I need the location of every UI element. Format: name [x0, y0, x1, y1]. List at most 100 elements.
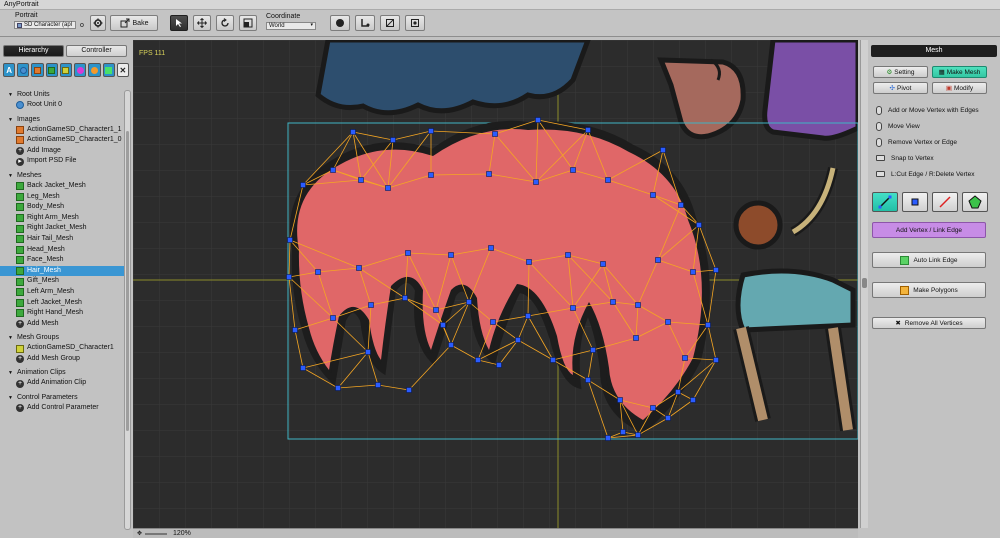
mesh-vertex[interactable] [286, 274, 292, 280]
modify-button[interactable]: ▣ Modify [932, 82, 987, 94]
section-header[interactable]: Images [4, 115, 124, 125]
add-image-button[interactable]: + Add Image [4, 146, 124, 157]
mesh-vertex[interactable] [428, 172, 434, 178]
physics-toggle-button[interactable] [405, 15, 425, 31]
tree-item-image[interactable]: ActionGameSD_Character1_1 [4, 125, 124, 136]
mesh-vertex[interactable] [525, 313, 531, 319]
settings-button[interactable] [90, 15, 106, 31]
bone-toggle-button[interactable] [355, 15, 375, 31]
tab-controller[interactable]: Controller [66, 45, 127, 57]
mesh-vertex[interactable] [713, 357, 719, 363]
mesh-vertex[interactable] [713, 267, 719, 273]
filter-none-button[interactable]: ✕ [116, 63, 129, 77]
mesh-vertex[interactable] [375, 382, 381, 388]
mesh-vertex[interactable] [550, 357, 556, 363]
make-mesh-button[interactable]: ▦ Make Mesh [932, 66, 987, 78]
add-vertex-link-edge-button[interactable]: Add Vertex / Link Edge [872, 222, 986, 238]
mesh-vertex[interactable] [368, 302, 374, 308]
mesh-toggle-button[interactable] [380, 15, 400, 31]
filter-portrait-button[interactable] [102, 63, 115, 77]
mesh-vertex[interactable] [300, 365, 306, 371]
mesh-vertex[interactable] [287, 237, 293, 243]
mesh-vertex[interactable] [600, 261, 606, 267]
tree-item-mesh[interactable]: Left Arm_Mesh [4, 287, 124, 298]
section-header[interactable]: Root Units [4, 90, 124, 100]
move-tool-button[interactable] [193, 15, 211, 31]
filter-mesh-button[interactable] [45, 63, 58, 77]
section-header[interactable]: Control Parameters [4, 393, 124, 403]
mesh-vertex[interactable] [526, 259, 532, 265]
mesh-vertex[interactable] [515, 337, 521, 343]
filter-animation-button[interactable] [74, 63, 87, 77]
mesh-vertex[interactable] [475, 357, 481, 363]
mesh-vertex[interactable] [350, 129, 356, 135]
filter-parameter-button[interactable] [88, 63, 101, 77]
tree-item-mesh[interactable]: Back Jacket_Mesh [4, 181, 124, 192]
mesh-vertex[interactable] [440, 322, 446, 328]
mesh-vertex[interactable] [590, 347, 596, 353]
mesh-vertex[interactable] [535, 117, 541, 123]
tree-item-mesh[interactable]: Left Jacket_Mesh [4, 298, 124, 309]
mesh-vertex[interactable] [533, 179, 539, 185]
mesh-vertex[interactable] [650, 192, 656, 198]
add-mesh-button[interactable]: + Add Mesh [4, 319, 124, 330]
mesh-vertex[interactable] [678, 202, 684, 208]
tree-item-mesh[interactable]: Head_Mesh [4, 245, 124, 256]
mesh-vertex[interactable] [488, 245, 494, 251]
tree-item-mesh[interactable]: Gift_Mesh [4, 276, 124, 287]
mesh-vertex[interactable] [315, 269, 321, 275]
mesh-vertex[interactable] [665, 415, 671, 421]
mesh-vertex[interactable] [705, 322, 711, 328]
setting-button[interactable]: ⚙ Setting [873, 66, 928, 78]
mesh-vertex[interactable] [490, 319, 496, 325]
remove-all-vertices-button[interactable]: ✖ Remove All Vertices [872, 317, 986, 329]
auto-link-edge-button[interactable]: Auto Link Edge [872, 252, 986, 268]
mesh-vertex[interactable] [428, 128, 434, 134]
mesh-vertex[interactable] [605, 177, 611, 183]
mesh-vertex[interactable] [617, 397, 623, 403]
mesh-vertex[interactable] [585, 377, 591, 383]
tree-item-mesh-group[interactable]: ActionGameSD_Character1 [4, 343, 124, 354]
mesh-vertex[interactable] [690, 269, 696, 275]
viewport-vertical-scrollbar[interactable] [860, 40, 868, 528]
mesh-vertex[interactable] [660, 147, 666, 153]
mesh-vertex[interactable] [675, 389, 681, 395]
mesh-vertex[interactable] [356, 265, 362, 271]
mesh-vertex[interactable] [605, 435, 611, 441]
coordinate-dropdown[interactable]: World ▾ [266, 22, 316, 30]
mesh-vertex[interactable] [335, 385, 341, 391]
mesh-vertex[interactable] [682, 355, 688, 361]
mesh-vertex[interactable] [466, 299, 472, 305]
filter-all-button[interactable]: A [3, 63, 16, 77]
mesh-vertex[interactable] [570, 167, 576, 173]
polygon-tool[interactable] [962, 192, 988, 212]
mesh-vertex[interactable] [330, 167, 336, 173]
mesh-vertex[interactable] [650, 405, 656, 411]
tree-item-mesh[interactable]: Right Hand_Mesh [4, 308, 124, 319]
mesh-vertex[interactable] [486, 171, 492, 177]
section-header[interactable]: Meshes [4, 171, 124, 181]
mesh-vertex[interactable] [433, 307, 439, 313]
zoom-slider[interactable] [145, 533, 167, 535]
add-control-parameter-button[interactable]: + Add Control Parameter [4, 403, 124, 414]
mesh-vertex[interactable] [448, 252, 454, 258]
tree-item-root-unit[interactable]: Root Unit 0 [4, 100, 124, 111]
tree-item-mesh[interactable]: Body_Mesh [4, 202, 124, 213]
section-header[interactable]: Animation Clips [4, 368, 124, 378]
tab-hierarchy[interactable]: Hierarchy [3, 45, 64, 57]
mesh-vertex[interactable] [635, 432, 641, 438]
tree-item-mesh-selected[interactable]: Hair_Mesh [0, 265, 124, 277]
mesh-vertex[interactable] [696, 222, 702, 228]
tree-item-image[interactable]: ActionGameSD_Character1_0 [4, 135, 124, 146]
mesh-vertex[interactable] [665, 319, 671, 325]
mesh-vertex[interactable] [330, 315, 336, 321]
make-polygons-button[interactable]: Make Polygons [872, 282, 986, 298]
link-edge-tool[interactable] [932, 192, 958, 212]
mesh-vertex[interactable] [585, 127, 591, 133]
select-tool-button[interactable] [170, 15, 188, 31]
add-animation-clip-button[interactable]: + Add Animation Clip [4, 378, 124, 389]
filter-meshgroup-button[interactable] [59, 63, 73, 77]
mesh-vertex[interactable] [620, 429, 626, 435]
mesh-vertex[interactable] [448, 342, 454, 348]
mesh-vertex[interactable] [496, 362, 502, 368]
